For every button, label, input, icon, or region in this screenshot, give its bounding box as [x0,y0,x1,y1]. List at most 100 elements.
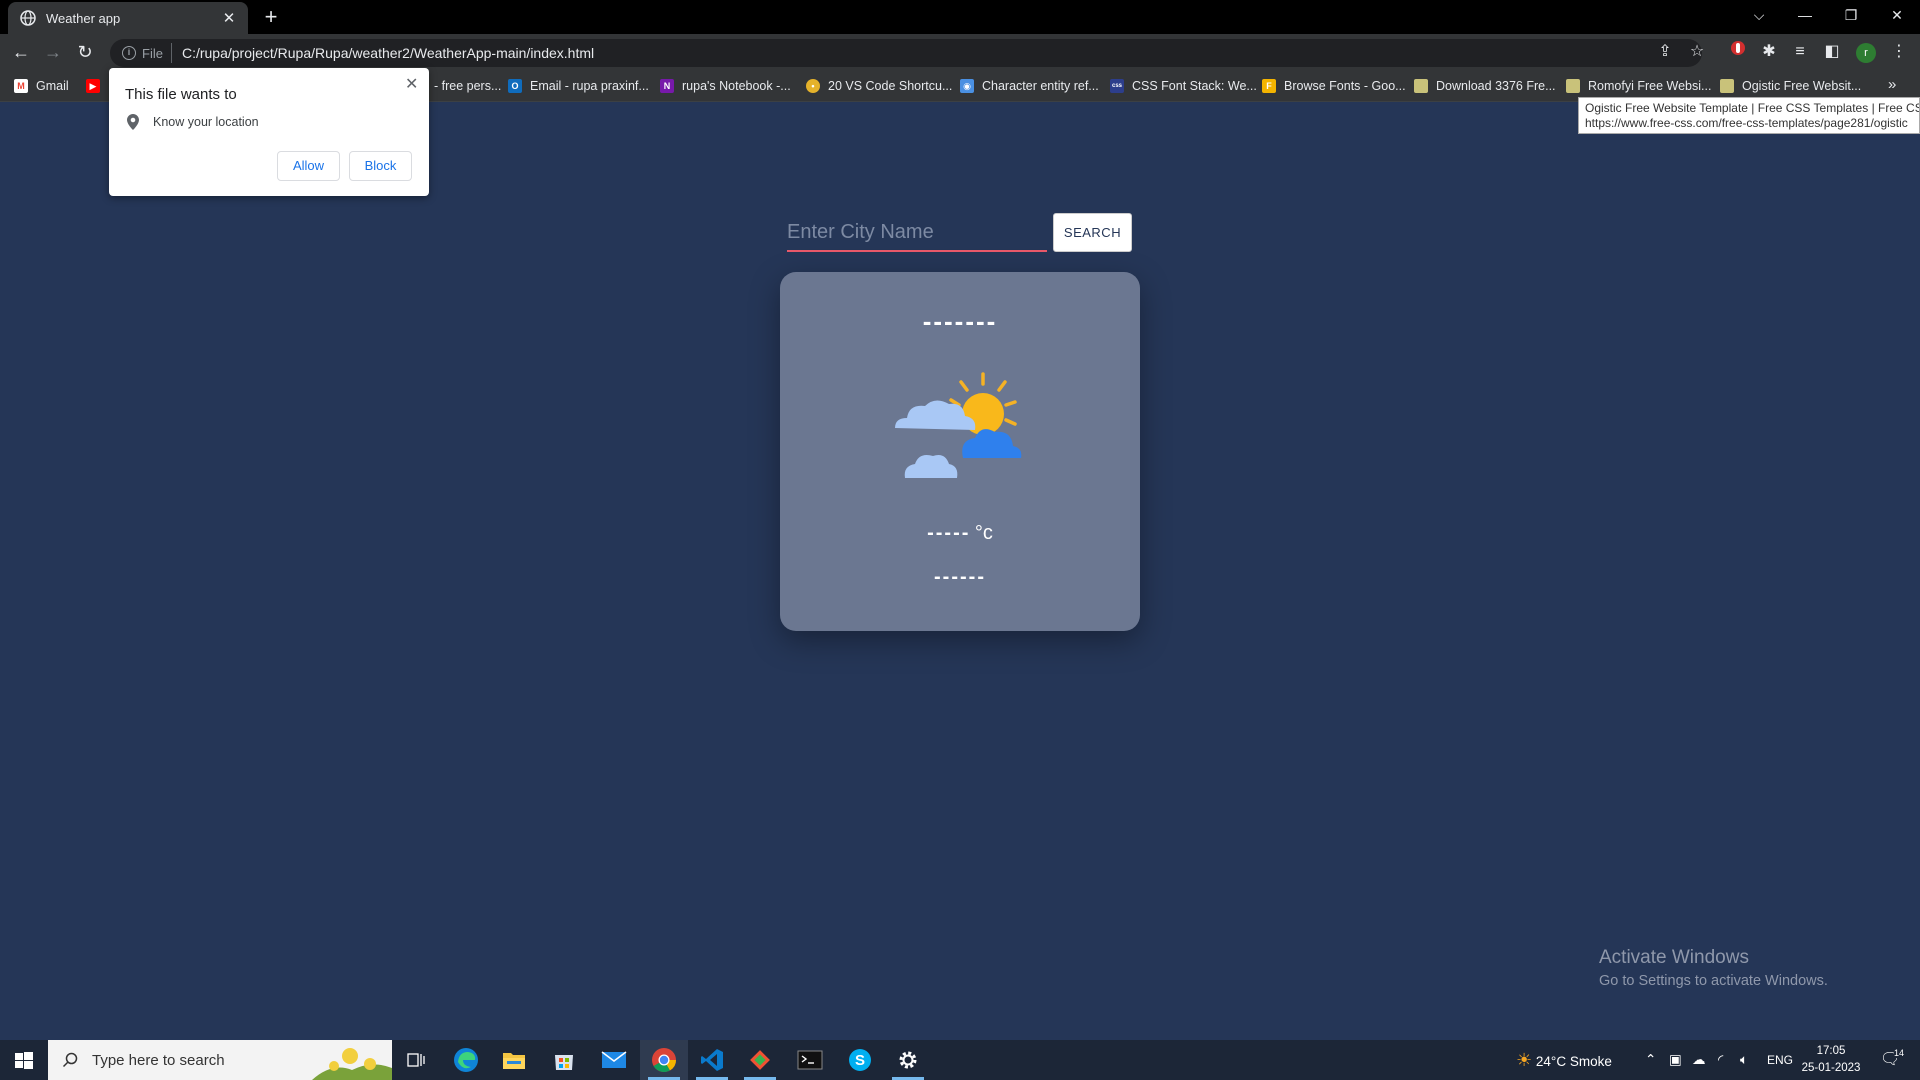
menu-kebab-icon[interactable]: ⋮ [1887,39,1911,65]
bookmark-css-font-stack[interactable]: css CSS Font Stack: We... [1110,77,1257,95]
bookmark-browse-fonts[interactable]: F Browse Fonts - Goo... [1262,77,1406,95]
vscode-shortcut-icon: • [806,79,820,93]
search-button[interactable]: SEARCH [1053,213,1132,252]
more-bookmarks-icon[interactable]: » [1888,76,1896,93]
tab-weather-app[interactable]: Weather app ✕ [8,2,248,34]
location-permission-popup: This file wants to ✕ Know your location … [109,68,429,196]
input-language[interactable]: ENG [1767,1040,1793,1080]
folder-icon [503,1053,525,1069]
taskbar-settings[interactable] [884,1040,932,1080]
activate-windows-watermark: Activate Windows Go to Settings to activ… [1599,947,1828,989]
temperature-value: ----- [927,522,971,544]
url-text[interactable]: C:/rupa/project/Rupa/Rupa/weather2/Weath… [182,45,594,61]
forward-button[interactable]: → [40,39,66,65]
city-search-input[interactable] [787,214,1047,252]
bookmark-gmail[interactable]: M Gmail [14,77,69,95]
volume-icon[interactable]: 🔈︎ [1740,1040,1748,1080]
profile-avatar[interactable]: r [1856,43,1876,63]
close-icon[interactable]: ✕ [405,74,418,94]
settings-gear-icon [899,1051,917,1069]
bookmark-ogistic[interactable]: Ogistic Free Websit... [1720,77,1861,95]
clock-time: 17:05 [1816,1045,1846,1057]
new-tab-button[interactable]: + [258,4,284,30]
site-info-chip[interactable]: i File [116,43,172,63]
taskbar-search-box[interactable]: Type here to search [48,1040,392,1080]
globe-icon [20,10,36,26]
city-name: ------- [922,306,998,336]
bookmark-label: Character entity ref... [982,79,1099,93]
restore-button[interactable]: ❐ [1828,0,1874,30]
onedrive-cloud-icon[interactable]: ☁ [1692,1040,1706,1080]
allow-button[interactable]: Allow [277,151,340,181]
tooltip-url: https://www.free-css.com/free-css-templa… [1585,116,1908,130]
tooltip-title: Ogistic Free Website Template | Free CSS… [1585,101,1920,115]
media-queue-icon[interactable]: ≡ [1788,39,1812,65]
page-icon [1720,79,1734,93]
close-tab-icon[interactable]: ✕ [220,9,238,27]
share-icon[interactable]: ⇪ [1653,39,1677,65]
temperature-unit: °c [974,522,993,544]
bookmark-character-entity[interactable]: ◉ Character entity ref... [960,77,1099,95]
back-button[interactable]: ← [8,39,34,65]
extensions-puzzle-icon[interactable]: ✱ [1757,39,1781,65]
weather-sun-icon: ☀ [1516,1050,1533,1070]
page-icon [1566,79,1580,93]
bookmark-free-pers[interactable]: - free pers... [434,77,501,95]
watermark-title: Activate Windows [1599,947,1749,968]
bookmark-romofyi[interactable]: Romofyi Free Websi... [1566,77,1711,95]
start-button[interactable] [0,1040,48,1080]
wifi-icon[interactable]: ◜ [1718,1040,1723,1080]
tab-strip: Weather app ✕ + ⌵ — ❐ ✕ [0,0,1920,34]
show-hidden-icons-chevron-icon[interactable]: ⌃ [1645,1040,1656,1080]
taskbar-chrome[interactable] [640,1040,688,1080]
taskbar-edge[interactable] [442,1040,490,1080]
bookmark-youtube[interactable]: ▶ [86,77,108,95]
taskbar-mail[interactable] [590,1040,638,1080]
bookmark-email[interactable]: O Email - rupa praxinf... [508,77,649,95]
bookmark-label: Email - rupa praxinf... [530,79,649,93]
taskbar-skype[interactable]: S [836,1040,884,1080]
skype-icon: S [849,1049,871,1071]
block-button[interactable]: Block [349,151,412,181]
bookmark-notebook[interactable]: Nrupa's Notebook -... [660,77,791,95]
googlefonts-icon: F [1262,79,1276,93]
bookmark-label: 20 VS Code Shortcu... [828,79,953,93]
minimize-button[interactable]: — [1782,0,1828,30]
taskbar-terminal[interactable] [786,1040,834,1080]
git-icon [750,1050,770,1070]
outlook-icon: O [508,79,522,93]
bookmark-star-icon[interactable]: ☆ [1685,39,1709,65]
bookmark-vscode-shortcuts[interactable]: • 20 VS Code Shortcu... [806,77,952,95]
page-icon [1414,79,1428,93]
taskbar-vscode[interactable] [688,1040,736,1080]
notification-center-button[interactable]: 🗨︎ 14 [1880,1040,1910,1080]
bookmark-label: Browse Fonts - Goo... [1284,79,1406,93]
site-info-label: File [142,45,163,61]
taskbar-store[interactable] [540,1040,588,1080]
info-icon: i [122,46,136,60]
system-clock[interactable]: 17:05 25-01-2023 [1796,1043,1866,1077]
search-icon [62,1052,78,1068]
reload-button[interactable]: ↻ [72,39,98,65]
store-icon [555,1055,573,1070]
taskbar-weather[interactable]: ☀ 24°C Smoke [1516,1040,1612,1080]
task-view-button[interactable] [392,1040,440,1080]
side-panel-icon[interactable]: ◧ [1820,39,1844,65]
bookmark-download-3376[interactable]: Download 3376 Fre... [1414,77,1556,95]
taskbar-file-explorer[interactable] [490,1040,538,1080]
extension-red-icon[interactable] [1726,39,1750,65]
youtube-icon: ▶ [86,79,100,93]
weather-description: ------ [934,566,986,588]
wiki-icon: ◉ [960,79,974,93]
clock-date: 25-01-2023 [1801,1062,1861,1074]
browser-toolbar: ← → ↻ i File C:/rupa/project/Rupa/Rupa/w… [0,34,1920,70]
close-window-button[interactable]: ✕ [1874,0,1920,30]
bookmark-label: Gmail [36,79,69,93]
address-bar[interactable]: i File C:/rupa/project/Rupa/Rupa/weather… [110,39,1702,67]
meet-now-icon[interactable]: ▣ [1669,1040,1682,1080]
temperature-display: ----- °c [780,522,1140,545]
tab-title: Weather app [46,10,121,26]
bookmark-label: CSS Font Stack: We... [1132,79,1257,93]
taskbar-git[interactable] [736,1040,784,1080]
tab-search-chevron-icon[interactable]: ⌵ [1736,0,1782,30]
